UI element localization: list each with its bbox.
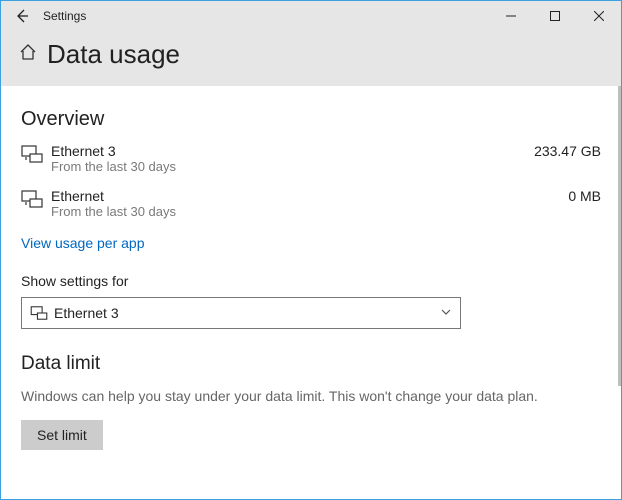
maximize-button[interactable] — [533, 1, 577, 31]
ethernet-icon — [21, 143, 51, 168]
titlebar: Settings — [1, 1, 621, 31]
set-limit-button[interactable]: Set limit — [21, 420, 103, 450]
data-limit-heading: Data limit — [21, 353, 601, 375]
view-usage-per-app-link[interactable]: View usage per app — [21, 235, 145, 251]
network-usage-value: 0 MB — [491, 188, 601, 204]
close-button[interactable] — [577, 1, 621, 31]
data-limit-description: Windows can help you stay under your dat… — [21, 387, 541, 406]
window-controls — [489, 1, 621, 31]
show-settings-for-dropdown[interactable]: Ethernet 3 — [21, 297, 461, 329]
network-row: Ethernet 3 From the last 30 days 233.47 … — [21, 143, 601, 174]
minimize-icon — [506, 11, 516, 21]
window-title: Settings — [43, 9, 86, 23]
minimize-button[interactable] — [489, 1, 533, 31]
overview-heading: Overview — [21, 108, 601, 131]
network-subtitle: From the last 30 days — [51, 204, 491, 219]
network-info: Ethernet From the last 30 days — [51, 188, 491, 219]
settings-window: Settings Data usage Overview — [0, 0, 622, 500]
maximize-icon — [550, 11, 560, 21]
ethernet-icon — [30, 306, 50, 320]
back-button[interactable] — [7, 1, 37, 31]
scroll-thumb[interactable] — [618, 86, 621, 386]
show-settings-for-label: Show settings for — [21, 273, 601, 289]
content-area: Overview Ethernet 3 From the last 30 day… — [1, 86, 621, 499]
network-name: Ethernet 3 — [51, 143, 491, 159]
vertical-scrollbar[interactable] — [617, 86, 621, 499]
page-title: Data usage — [47, 39, 180, 70]
chevron-down-icon — [440, 306, 452, 321]
arrow-left-icon — [15, 9, 29, 23]
home-icon[interactable] — [19, 43, 37, 66]
ethernet-icon — [21, 188, 51, 213]
network-row: Ethernet From the last 30 days 0 MB — [21, 188, 601, 219]
network-subtitle: From the last 30 days — [51, 159, 491, 174]
content: Overview Ethernet 3 From the last 30 day… — [1, 86, 621, 499]
close-icon — [594, 11, 604, 21]
network-name: Ethernet — [51, 188, 491, 204]
network-info: Ethernet 3 From the last 30 days — [51, 143, 491, 174]
page-header: Data usage — [1, 31, 621, 86]
dropdown-selected-value: Ethernet 3 — [50, 305, 440, 321]
network-usage-value: 233.47 GB — [491, 143, 601, 159]
